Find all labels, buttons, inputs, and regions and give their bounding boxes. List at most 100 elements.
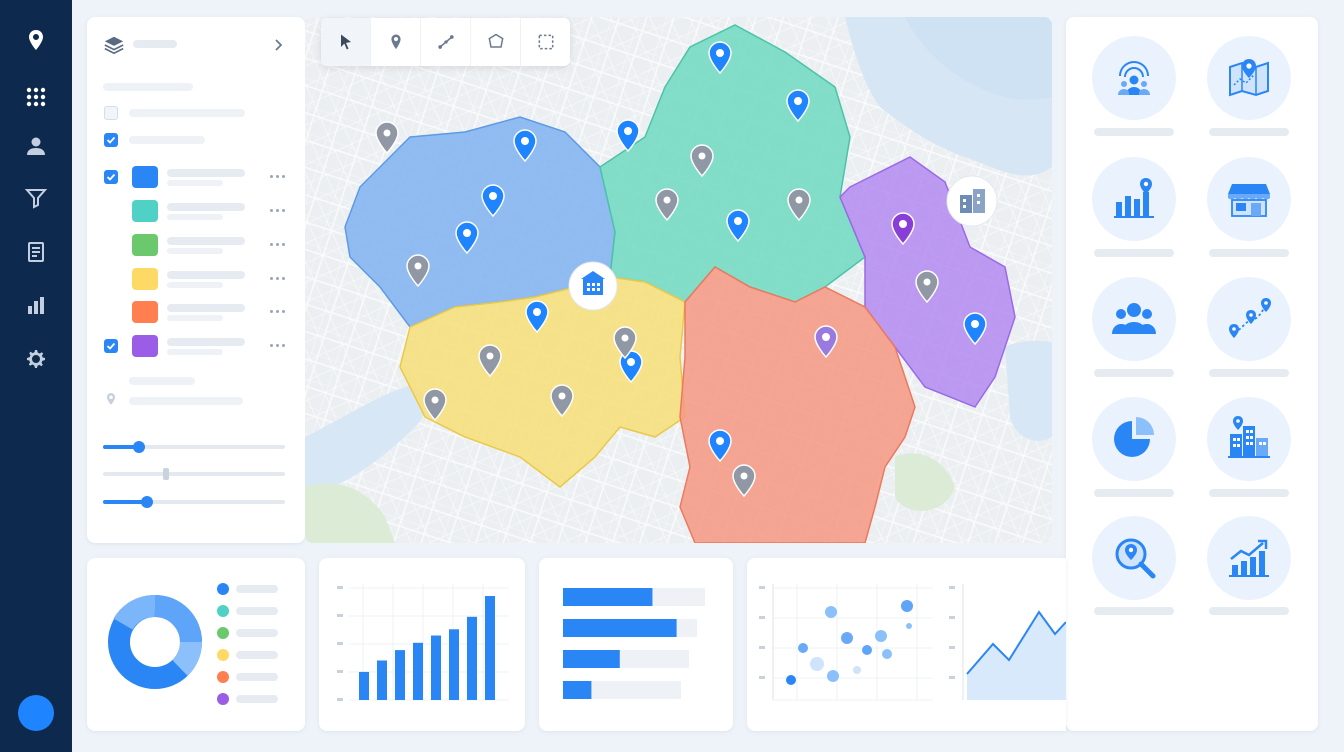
growth-chart-icon [1229,539,1269,577]
radius-slider[interactable] [103,468,285,480]
pie-chart-icon [1114,417,1154,457]
growth-tool[interactable] [1207,516,1291,600]
scatter-chart[interactable] [757,578,937,708]
column-bar [467,616,477,700]
rectangle-select-button[interactable] [521,18,570,66]
layer-options-icon[interactable] [270,308,286,314]
settings-icon[interactable] [18,341,54,377]
select-arrow-icon [340,34,351,50]
layer-color-swatch[interactable] [132,200,158,222]
map-location-tool[interactable] [1207,36,1291,120]
tool-label-placeholder [1094,128,1174,136]
pin-tool-button[interactable] [371,18,421,66]
slider-knob[interactable] [133,441,145,453]
section-heading-placeholder [103,83,193,91]
tool-label-placeholder [1094,489,1174,497]
layer-checkbox[interactable] [104,106,118,120]
location-bar-chart-icon [1114,178,1154,218]
territory-map[interactable] [305,17,1052,543]
donut-widget [87,558,305,731]
donut-chart[interactable] [105,584,205,700]
layer-label-placeholder [129,136,205,144]
pie-chart-tool[interactable] [1092,397,1176,481]
location-stats-tool[interactable] [1092,157,1176,241]
analysis-tools-panel [1066,17,1318,731]
polygon-tool-icon [487,33,504,48]
avatar[interactable] [18,695,54,731]
horizontal-bars [563,588,705,699]
chevron-right-icon[interactable] [271,37,287,53]
people-tool[interactable] [1092,277,1176,361]
weight-slider[interactable] [103,496,285,508]
user-icon[interactable] [18,128,54,164]
grid-icon[interactable] [18,79,54,115]
layer-label-placeholder [167,237,245,245]
layer-color-swatch[interactable] [132,234,158,256]
location-search-tool[interactable] [1092,516,1176,600]
polygon-tool-button[interactable] [471,18,521,66]
tool-label-placeholder [1094,369,1174,377]
filter-icon[interactable] [18,180,54,216]
layer-color-swatch[interactable] [132,268,158,290]
column-bar [413,642,423,700]
column-bar [431,635,441,700]
layer-label-placeholder [167,304,245,312]
layer-color-swatch[interactable] [132,166,158,188]
layer-checkbox[interactable] [104,339,118,353]
layer-label-placeholder [167,203,245,211]
storefront-tool[interactable] [1207,157,1291,241]
layers-icon[interactable] [103,34,125,56]
map-pin-icon[interactable] [18,22,54,58]
layer-checkbox[interactable] [104,170,118,184]
column-chart[interactable] [333,580,513,710]
layer-label-placeholder [167,271,245,279]
scatter-points [786,600,913,685]
slider-knob[interactable] [163,468,169,480]
layer-checkbox[interactable] [104,133,118,147]
hbar [563,588,653,606]
report-icon[interactable] [18,234,54,270]
column-bar [359,671,369,700]
tool-label-placeholder [1094,249,1174,257]
route-tool[interactable] [1207,277,1291,361]
layers-panel [87,17,305,543]
city-tool[interactable] [1207,397,1291,481]
slider-knob[interactable] [141,496,153,508]
map-canvas[interactable] [305,17,1052,543]
layer-sublabel-placeholder [167,315,223,321]
layer-options-icon[interactable] [270,173,286,179]
layer-sublabel-placeholder [167,349,223,355]
location-label-placeholder [129,397,243,405]
column-bar [395,650,405,700]
bar-chart-icon[interactable] [18,287,54,323]
layer-sublabel-placeholder [167,248,223,254]
layer-options-icon[interactable] [270,342,286,348]
tool-label-placeholder [1209,607,1289,615]
layer-options-icon[interactable] [270,241,286,247]
select-tool-button[interactable] [321,18,371,66]
horizontal-bar-chart[interactable] [561,586,711,706]
audience-tool[interactable] [1092,36,1176,120]
map-location-icon [1229,59,1269,97]
layer-color-swatch[interactable] [132,301,158,323]
tool-label-placeholder [1094,607,1174,615]
storefront-icon [1228,184,1270,217]
panel-title-placeholder [133,40,177,48]
tool-label-placeholder [1209,128,1289,136]
donut-legend [216,583,286,718]
building-marker[interactable] [568,261,618,311]
tool-label-placeholder [1209,369,1289,377]
layer-options-icon[interactable] [270,207,286,213]
hbar [563,619,677,637]
layer-options-icon[interactable] [270,275,286,281]
horizontal-bar-widget [539,558,733,731]
line-tool-button[interactable] [421,18,471,66]
area-chart[interactable] [947,578,1066,708]
opacity-slider[interactable] [103,441,285,453]
layer-label-placeholder [167,169,245,177]
route-icon [1229,298,1271,338]
column-bar [449,629,459,700]
left-navigation [0,0,72,752]
building-marker[interactable] [946,175,998,227]
layer-color-swatch[interactable] [132,335,158,357]
